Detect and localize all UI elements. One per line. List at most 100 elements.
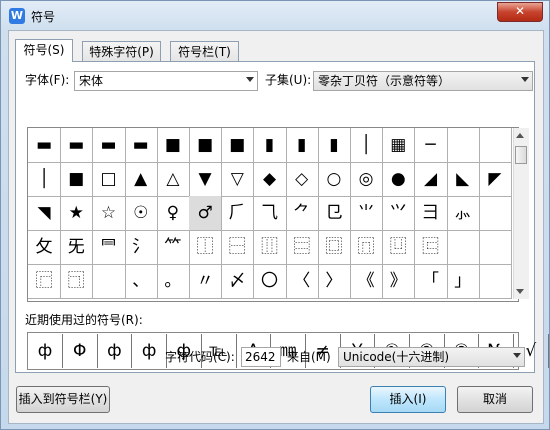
symbol-cell[interactable] [478,264,512,299]
symbol-cell[interactable]: ◣ [446,162,480,197]
symbol-cell[interactable]: ■ [189,128,223,163]
symbol-cell[interactable]: ▲ [124,162,158,197]
symbol-cell[interactable]: ▮ [253,128,287,163]
symbol-cell[interactable]: ⺮ [156,230,190,265]
symbol-cell[interactable] [446,230,480,265]
symbol-cell[interactable]: ⺍ [382,196,416,231]
symbol-cell[interactable]: ◎ [350,162,384,197]
subset-select[interactable]: 零杂丁贝符（示意符等） [313,71,533,91]
symbol-cell[interactable]: ─ [414,128,448,163]
cancel-button[interactable]: 取消 [457,386,533,413]
symbol-cell[interactable]: ▬ [92,128,126,163]
symbol-cell[interactable]: ◤ [478,162,512,197]
symbol-grid-scrollbar[interactable] [513,128,529,299]
symbol-cell[interactable]: 〉 [317,264,351,299]
subset-value: 零杂丁贝符（示意符等） [318,74,451,88]
symbol-cell[interactable]: ⿹ [60,264,94,299]
font-value: 宋体 [79,74,104,88]
symbol-cell[interactable]: ☉ [124,196,158,231]
symbol-cell[interactable]: 〈 [285,264,319,299]
symbol-cell[interactable]: ⺙ [28,230,62,265]
symbol-cell[interactable] [478,230,512,265]
symbol-cell[interactable]: │ [350,128,384,163]
symbol-cell[interactable]: ⺡ [124,230,158,265]
tab-symbols[interactable]: 符号(S) [15,39,73,62]
insert-to-symbol-bar-button[interactable]: 插入到符号栏(Y) [16,386,110,413]
dialog-body: 符号(S) 特殊字符(P) 符号栏(T) 字体(F): 宋体 子集(U): 零杂… [8,30,549,424]
symbol-cell[interactable]: ⺗ [446,196,480,231]
symbol-cell[interactable]: □ [92,162,126,197]
symbol-cell[interactable] [478,196,512,231]
symbol-cell[interactable] [478,128,512,163]
symbol-cell[interactable]: ⿳ [285,230,319,265]
symbol-cell[interactable]: ▬ [28,128,62,163]
scroll-up-arrow-icon[interactable] [516,133,524,138]
symbol-cell[interactable]: ♀ [156,196,190,231]
char-code-input[interactable]: 2642 [241,347,281,367]
chevron-down-icon [521,77,529,82]
recent-symbol[interactable]: ф [28,334,63,368]
symbol-cell[interactable]: ■ [60,162,94,197]
symbol-cell[interactable]: ◆ [253,162,287,197]
recent-symbol[interactable]: ф [97,334,133,368]
symbol-cell[interactable]: ☆ [92,196,126,231]
symbol-cell[interactable]: ○ [317,162,351,197]
tab-symbol-bar[interactable]: 符号栏(T) [170,41,239,62]
symbol-cell[interactable]: ⿸ [28,264,62,299]
symbol-cell[interactable]: ♂ [189,196,223,231]
close-button[interactable]: ✕ [497,2,543,22]
symbol-cell[interactable]: ▮ [285,128,319,163]
symbol-cell[interactable]: 〃 [189,264,223,299]
symbol-cell[interactable]: 「 [414,264,448,299]
symbol-cell[interactable]: ⺌ [350,196,384,231]
symbol-cell[interactable]: 、 [124,264,158,299]
symbol-cell[interactable]: 《 [350,264,384,299]
symbol-cell[interactable]: ◇ [285,162,319,197]
symbol-cell[interactable]: ◢ [414,162,448,197]
symbol-cell[interactable]: 〆 [221,264,255,299]
symbol-cell[interactable]: ⺄ [253,196,287,231]
recent-symbol[interactable]: Φ [63,334,98,368]
scrollbar-thumb[interactable] [515,146,527,164]
symbol-cell[interactable]: ⿶ [382,230,416,265]
symbol-cell[interactable]: ⺛ [60,230,94,265]
symbol-cell[interactable]: ⿴ [317,230,351,265]
symbol-cell[interactable]: ■ [156,128,190,163]
insert-button[interactable]: 插入(I) [370,386,446,413]
symbol-cell[interactable]: ⺕ [414,196,448,231]
symbol-cell[interactable]: ⺜ [92,230,126,265]
symbol-cell[interactable]: ⿰ [189,230,223,265]
symbol-cell[interactable]: 。 [156,264,190,299]
symbol-cell[interactable]: 》 [382,264,416,299]
symbol-cell[interactable]: ▬ [124,128,158,163]
from-select[interactable]: Unicode(十六进制) [338,347,525,367]
symbol-cell[interactable]: 」 [446,264,480,299]
symbol-cell[interactable]: ▬ [60,128,94,163]
chevron-down-icon [513,353,521,358]
symbol-cell[interactable]: ★ [60,196,94,231]
symbol-cell[interactable]: ● [382,162,416,197]
scroll-down-arrow-icon[interactable] [516,289,524,294]
tab-special-chars[interactable]: 特殊字符(P) [82,41,161,62]
symbol-cell[interactable]: ⺋ [317,196,351,231]
symbol-cell[interactable]: ▮ [317,128,351,163]
symbol-cell[interactable] [446,128,480,163]
symbol-cell[interactable]: ⺁ [221,196,255,231]
symbol-cell[interactable]: ■ [221,128,255,163]
symbol-cell[interactable]: ▼ [189,162,223,197]
symbol-cell[interactable]: 〇 [253,264,287,299]
symbol-cell[interactable]: ⿲ [253,230,287,265]
title-bar[interactable]: W 符号 ✕ [1,1,549,29]
symbol-cell[interactable]: ▦ [382,128,416,163]
symbol-cell[interactable]: △ [156,162,190,197]
symbol-cell[interactable]: ⿱ [221,230,255,265]
symbol-cell[interactable]: ◥ [28,196,62,231]
recent-symbol[interactable]: ф [132,334,168,368]
symbol-cell[interactable]: ⿷ [414,230,448,265]
symbol-cell[interactable] [92,264,126,299]
symbol-cell[interactable]: │ [28,162,62,197]
font-select[interactable]: 宋体 [74,71,258,91]
symbol-cell[interactable]: ⿵ [350,230,384,265]
symbol-cell[interactable]: ⺈ [285,196,319,231]
symbol-cell[interactable]: ▽ [221,162,255,197]
